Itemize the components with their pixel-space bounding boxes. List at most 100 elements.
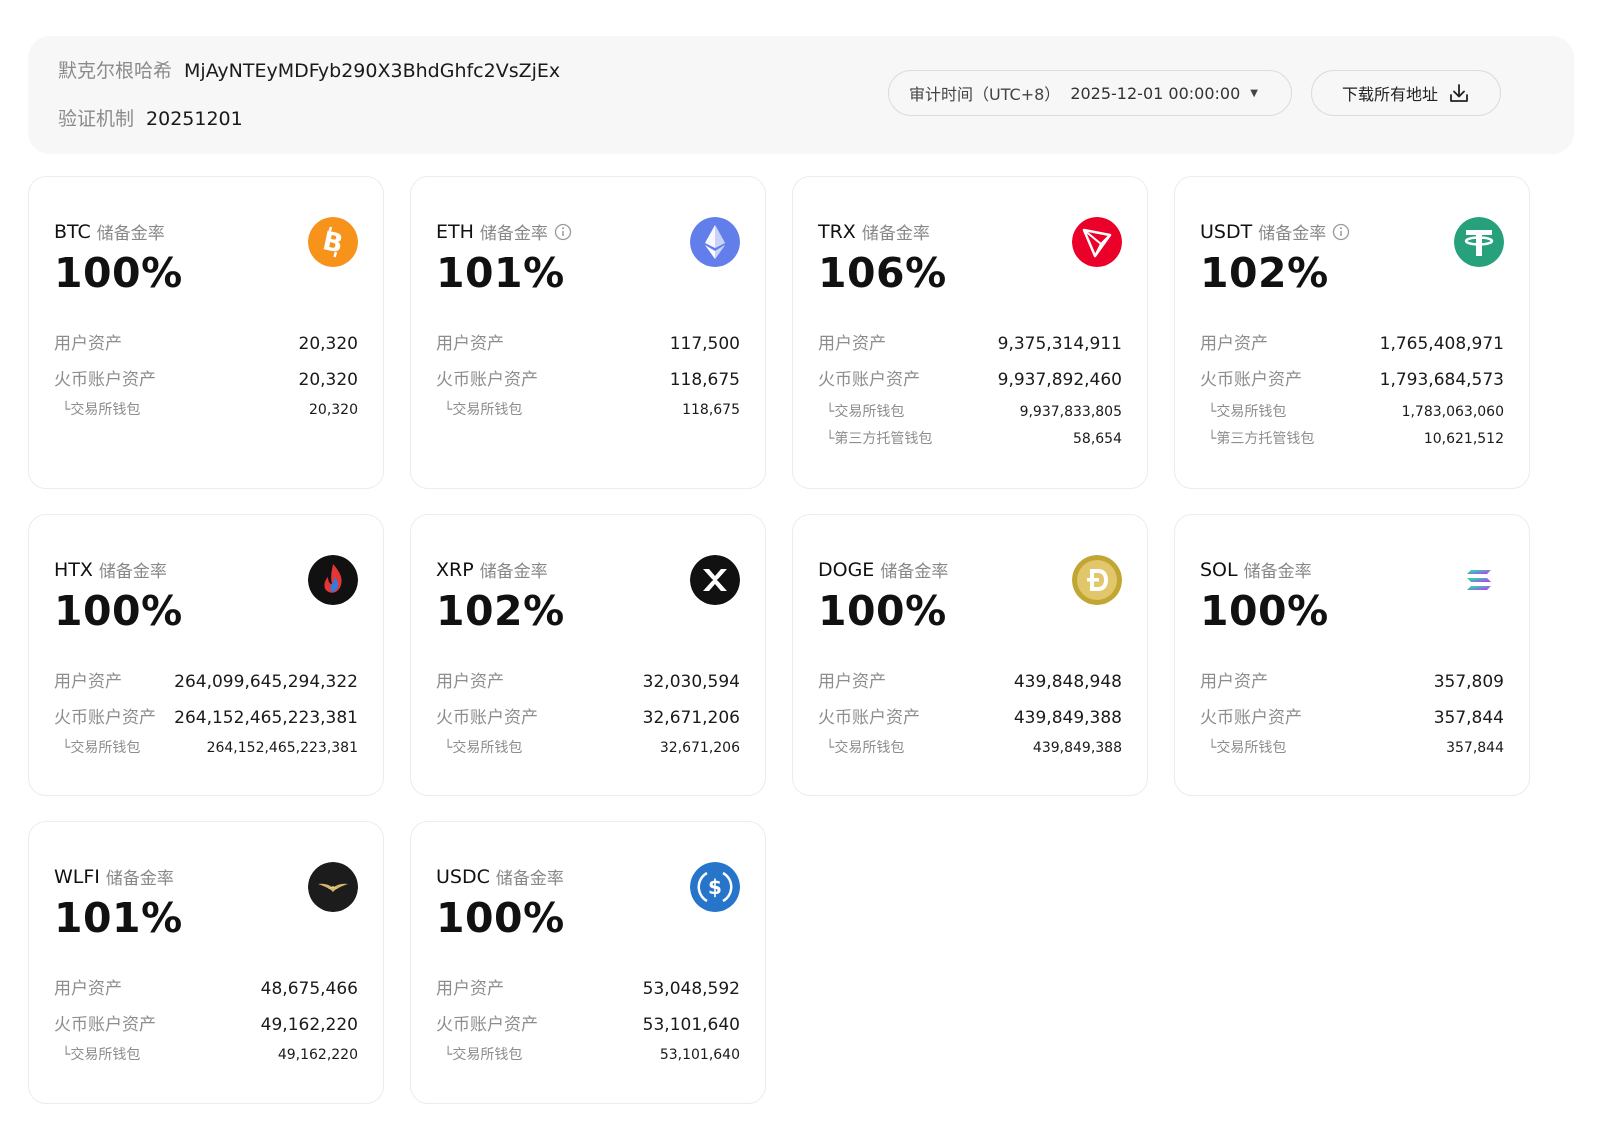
third-party-wallet-row: └第三方托管钱包 58,654 <box>818 428 1122 448</box>
card-title: USDT 储备金率 <box>1200 219 1350 244</box>
user-assets-row: 用户资产 357,809 <box>1200 667 1504 692</box>
exchange-wallet-row: └交易所钱包 357,844 <box>1200 737 1504 757</box>
exchange-wallet-value: 49,162,220 <box>277 1047 358 1063</box>
coin-symbol: XRP <box>436 558 474 581</box>
user-assets-value: 439,848,948 <box>1013 672 1122 692</box>
user-assets-label: 用户资产 <box>1200 672 1268 692</box>
sol-icon <box>1454 555 1504 605</box>
xrp-icon <box>690 555 740 605</box>
proof-of-reserves-page: 默克尔根哈希 MjAyNTEyMDFyb290X3BhdGhfc2VsZjEx … <box>0 0 1600 1145</box>
exchange-wallet-value: 264,152,465,223,381 <box>206 740 358 756</box>
account-assets-label: 火币账户资产 <box>1200 708 1302 728</box>
reserve-card-btc: BTC 储备金率 100% B 用户资产 20,320 火币账户资产 20,32… <box>28 176 384 489</box>
account-assets-label: 火币账户资产 <box>1200 370 1302 390</box>
account-assets-label: 火币账户资产 <box>54 1015 156 1035</box>
card-title: DOGE 储备金率 <box>818 557 948 583</box>
user-assets-row: 用户资产 439,848,948 <box>818 667 1122 692</box>
account-assets-value: 264,152,465,223,381 <box>174 708 358 728</box>
usdc-icon: $ <box>690 862 740 912</box>
reserve-ratio-value: 102% <box>1200 249 1329 297</box>
user-assets-row: 用户资产 117,500 <box>436 329 740 354</box>
account-assets-label: 火币账户资产 <box>436 1015 538 1035</box>
account-assets-value: 9,937,892,460 <box>997 370 1122 390</box>
account-assets-row: 火币账户资产 118,675 <box>436 365 740 390</box>
reserve-ratio-label: 储备金率 <box>479 562 548 582</box>
verification-value: 20251201 <box>146 108 243 130</box>
reserve-ratio-value: 100% <box>54 587 183 635</box>
wlfi-icon <box>308 862 358 912</box>
account-assets-row: 火币账户资产 49,162,220 <box>54 1010 358 1035</box>
third-party-wallet-row: └第三方托管钱包 10,621,512 <box>1200 428 1504 448</box>
account-assets-value: 49,162,220 <box>260 1015 358 1035</box>
merkle-root-value: MjAyNTEyMDFyb290X3BhdGhfc2VsZjEx <box>184 60 561 82</box>
user-assets-value: 357,809 <box>1433 672 1504 692</box>
exchange-wallet-label: └交易所钱包 <box>62 402 141 418</box>
coin-symbol: HTX <box>54 558 93 581</box>
account-assets-label: 火币账户资产 <box>54 370 156 390</box>
account-assets-value: 357,844 <box>1433 708 1504 728</box>
reserve-card-sol: SOL 储备金率 100% 用户资产 357,809 火币账户资产 357,84… <box>1174 514 1530 796</box>
exchange-wallet-value: 357,844 <box>1446 740 1504 756</box>
card-title: HTX 储备金率 <box>54 557 167 583</box>
exchange-wallet-row: └交易所钱包 1,783,063,060 <box>1200 401 1504 421</box>
account-assets-value: 1,793,684,573 <box>1379 370 1504 390</box>
eth-icon <box>690 217 740 267</box>
account-assets-value: 20,320 <box>298 370 358 390</box>
account-assets-row: 火币账户资产 439,849,388 <box>818 703 1122 728</box>
exchange-wallet-value: 118,675 <box>682 402 740 418</box>
user-assets-row: 用户资产 1,765,408,971 <box>1200 329 1504 354</box>
caret-down-icon: ▼ <box>1250 87 1258 99</box>
coin-symbol: USDC <box>436 865 490 888</box>
coin-symbol: USDT <box>1200 220 1253 243</box>
reserve-card-eth: ETH 储备金率 101% 用户资产 117,500 火币账户资产 118,67… <box>410 176 766 489</box>
user-assets-row: 用户资产 9,375,314,911 <box>818 329 1122 354</box>
account-assets-row: 火币账户资产 264,152,465,223,381 <box>54 703 358 728</box>
reserve-ratio-label: 储备金率 <box>96 224 165 244</box>
user-assets-value: 264,099,645,294,322 <box>174 672 358 692</box>
account-assets-row: 火币账户资产 357,844 <box>1200 703 1504 728</box>
download-addresses-button[interactable]: 下载所有地址 <box>1311 70 1501 116</box>
account-assets-value: 32,671,206 <box>642 708 740 728</box>
account-assets-value: 53,101,640 <box>642 1015 740 1035</box>
coin-symbol: WLFI <box>54 865 100 888</box>
card-title: WLFI 储备金率 <box>54 864 174 890</box>
reserve-ratio-label: 储备金率 <box>861 224 930 244</box>
user-assets-value: 32,030,594 <box>642 672 740 692</box>
htx-icon <box>308 555 358 605</box>
exchange-wallet-label: └交易所钱包 <box>444 740 523 756</box>
merkle-root-row: 默克尔根哈希 MjAyNTEyMDFyb290X3BhdGhfc2VsZjEx <box>58 56 560 83</box>
user-assets-label: 用户资产 <box>436 672 504 692</box>
exchange-wallet-value: 20,320 <box>309 402 358 418</box>
reserve-card-trx: TRX 储备金率 106% 用户资产 9,375,314,911 火币账户资产 … <box>792 176 1148 489</box>
account-assets-row: 火币账户资产 20,320 <box>54 365 358 390</box>
user-assets-row: 用户资产 20,320 <box>54 329 358 354</box>
user-assets-label: 用户资产 <box>436 979 504 999</box>
reserve-ratio-value: 102% <box>436 587 565 635</box>
exchange-wallet-label: └交易所钱包 <box>444 1047 523 1063</box>
user-assets-value: 1,765,408,971 <box>1379 334 1504 354</box>
info-icon[interactable] <box>1332 223 1350 241</box>
reserve-card-usdc: USDC 储备金率 100% $ 用户资产 53,048,592 火币账户资产 … <box>410 821 766 1104</box>
third-party-wallet-value: 10,621,512 <box>1423 431 1504 447</box>
usdt-icon <box>1454 217 1504 267</box>
audit-header: 默克尔根哈希 MjAyNTEyMDFyb290X3BhdGhfc2VsZjEx … <box>28 36 1574 154</box>
coin-symbol: TRX <box>818 220 856 243</box>
info-icon[interactable] <box>554 223 572 241</box>
exchange-wallet-row: └交易所钱包 32,671,206 <box>436 737 740 757</box>
user-assets-label: 用户资产 <box>436 334 504 354</box>
user-assets-row: 用户资产 264,099,645,294,322 <box>54 667 358 692</box>
verification-row: 验证机制 20251201 <box>58 104 243 131</box>
reserve-ratio-value: 101% <box>54 894 183 942</box>
account-assets-label: 火币账户资产 <box>818 370 920 390</box>
coin-symbol: DOGE <box>818 558 875 581</box>
account-assets-label: 火币账户资产 <box>436 370 538 390</box>
account-assets-row: 火币账户资产 1,793,684,573 <box>1200 365 1504 390</box>
user-assets-label: 用户资产 <box>818 672 886 692</box>
user-assets-value: 117,500 <box>669 334 740 354</box>
card-title: BTC 储备金率 <box>54 219 165 245</box>
exchange-wallet-label: └交易所钱包 <box>826 740 905 756</box>
audit-time-select[interactable]: 审计时间（UTC+8） 2025-12-01 00:00:00 ▼ <box>888 70 1292 116</box>
exchange-wallet-label: └交易所钱包 <box>1208 740 1287 756</box>
exchange-wallet-row: └交易所钱包 264,152,465,223,381 <box>54 737 358 757</box>
account-assets-value: 118,675 <box>669 370 740 390</box>
